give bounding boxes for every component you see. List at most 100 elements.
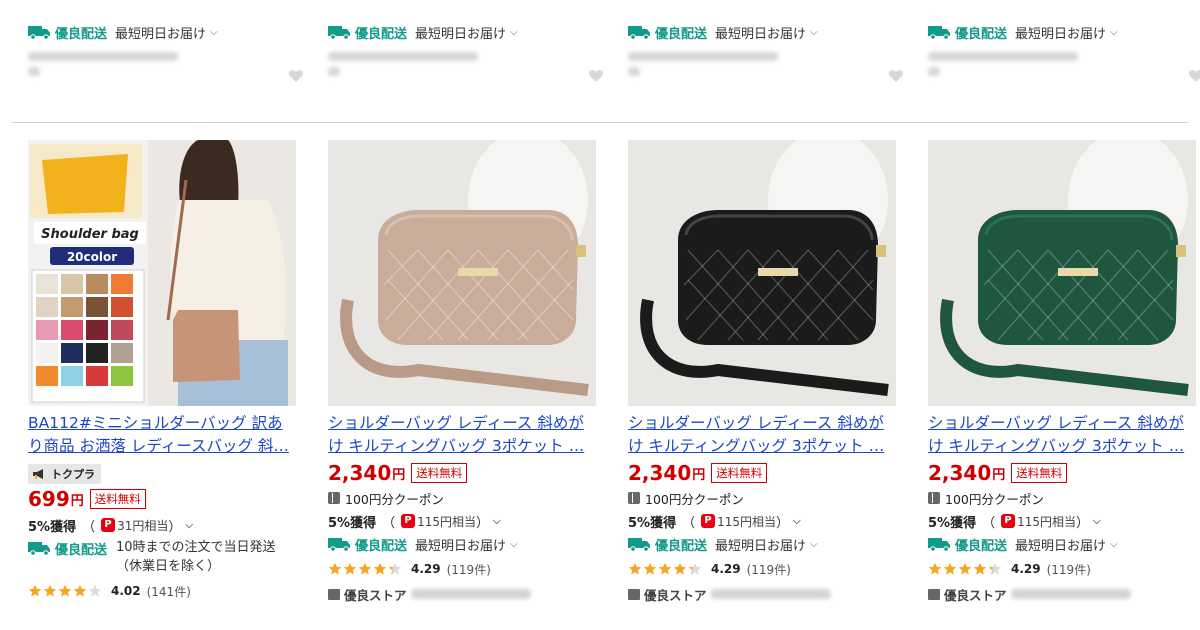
points-row[interactable]: 5%獲得 （ P 115円相当 ） ⌵: [328, 510, 596, 532]
star-rating: [28, 584, 103, 598]
store-label: 優良ストア: [344, 587, 407, 603]
yen-unit: 円: [992, 467, 1006, 483]
shipping-line[interactable]: 優良配送 最短明日お届け ⌵: [928, 534, 1196, 554]
shipping-line[interactable]: 優良配送 最短明日お届け ⌵: [628, 534, 896, 554]
price: 2,340: [328, 461, 392, 485]
blurred-store-info: [28, 52, 178, 61]
shipping-text: 最短明日お届け: [1015, 538, 1107, 554]
heart-icon[interactable]: [1188, 68, 1200, 84]
rating-row[interactable]: 4.02 (141件): [28, 580, 296, 602]
product-image[interactable]: [628, 140, 896, 406]
shipping-line[interactable]: 優良配送 最短明日お届け ⌵: [928, 22, 1200, 42]
shipping-line[interactable]: 優良配送 最短明日お届け ⌵: [28, 22, 308, 42]
prev-card-1: 優良配送 最短明日お届け ⌵: [28, 22, 308, 117]
chevron-down-icon: ⌵: [810, 26, 818, 38]
product-image[interactable]: [328, 140, 596, 406]
points-label: 5%獲得: [628, 515, 677, 531]
product-title-link[interactable]: ショルダーバッグ レディース 斜めがけ キルティングバッグ 3ポケット …: [328, 412, 596, 458]
heart-icon[interactable]: [888, 68, 904, 84]
product-card: ショルダーバッグ レディース 斜めがけ キルティングバッグ 3ポケット … 2,…: [628, 140, 896, 630]
shipping-text: 最短明日お届け: [115, 26, 207, 42]
price-row: 2,340 円 送料無料: [328, 460, 596, 486]
blurred-store-info: [628, 52, 778, 61]
truck-icon: [28, 540, 52, 556]
rating-row[interactable]: 4.29 (119件): [928, 558, 1196, 580]
store-row[interactable]: 優良ストア: [928, 584, 1196, 604]
prev-card-3: 優良配送 最短明日お届け ⌵: [628, 22, 908, 117]
star-icon: [928, 562, 942, 575]
points-label: 5%獲得: [28, 519, 77, 535]
shipping-line[interactable]: 優良配送 最短明日お届け ⌵: [328, 534, 596, 554]
blurred-store-name: [410, 589, 531, 599]
rating-value: 4.29: [1011, 562, 1041, 576]
chevron-down-icon: ⌵: [493, 515, 501, 527]
shipping-tag: 優良配送: [955, 26, 1008, 42]
chevron-down-icon: ⌵: [510, 538, 518, 550]
store-label: 優良ストア: [944, 587, 1007, 603]
star-icon: [58, 584, 72, 597]
image-caption: Shoulder bag: [41, 227, 139, 242]
product-image[interactable]: Shoulder bag 20color: [28, 140, 296, 406]
points-row[interactable]: 5%獲得 （ P 115円相当 ） ⌵: [628, 510, 896, 532]
points-label: 5%獲得: [928, 515, 977, 531]
price-row: 2,340 円 送料無料: [928, 460, 1196, 486]
star-icon: [658, 562, 672, 575]
truck-icon: [928, 24, 952, 40]
star-icon: [973, 562, 987, 575]
paypay-icon: P: [1001, 514, 1016, 528]
truck-icon: [28, 24, 52, 40]
free-shipping-badge: 送料無料: [711, 463, 768, 483]
shipping-line[interactable]: 優良配送 最短明日お届け ⌵: [328, 22, 608, 42]
review-count: (119件): [746, 562, 791, 577]
chevron-down-icon: ⌵: [793, 515, 801, 527]
coupon-row[interactable]: 100円分クーポン: [928, 488, 1196, 508]
heart-icon[interactable]: [588, 68, 604, 84]
star-icon: [373, 562, 387, 575]
rating-row[interactable]: 4.29 (119件): [628, 558, 896, 580]
star-icon: [88, 584, 102, 597]
price: 2,340: [628, 461, 692, 485]
points-row[interactable]: 5%獲得 （ P 31円相当 ） ⌵: [28, 514, 296, 536]
points-value: 115円相当: [717, 514, 776, 529]
shipping-line[interactable]: 優良配送 最短明日お届け ⌵: [628, 22, 908, 42]
star-icon: [28, 584, 42, 597]
star-icon: [988, 562, 1002, 575]
store-label: 優良ストア: [644, 587, 707, 603]
blurred-store-info-2: [28, 67, 40, 76]
price-row: 2,340 円 送料無料: [628, 460, 896, 486]
blurred-store-name: [1010, 589, 1131, 599]
coupon-row[interactable]: 100円分クーポン: [328, 488, 596, 508]
review-count: (141件): [146, 584, 191, 599]
store-row[interactable]: 優良ストア: [328, 584, 596, 604]
rating-value: 4.29: [411, 562, 441, 576]
rating-row[interactable]: 4.29 (119件): [328, 558, 596, 580]
star-icon: [628, 562, 642, 575]
search-results-page: 優良配送 最短明日お届け ⌵ 優良配送 最短明日お届け ⌵ 優良配送 最短明日お…: [0, 0, 1200, 630]
heart-icon[interactable]: [288, 68, 304, 84]
points-row[interactable]: 5%獲得 （ P 115円相当 ） ⌵: [928, 510, 1196, 532]
product-card: ショルダーバッグ レディース 斜めがけ キルティングバッグ 3ポケット … 2,…: [328, 140, 596, 630]
store-row[interactable]: 優良ストア: [628, 584, 896, 604]
product-title-link[interactable]: ショルダーバッグ レディース 斜めがけ キルティングバッグ 3ポケット …: [928, 412, 1196, 458]
shipping-tag: 優良配送: [655, 538, 708, 554]
shipping-tag: 優良配送: [655, 26, 708, 42]
coupon-icon: [328, 492, 340, 504]
blurred-store-info-2: [328, 67, 340, 76]
truck-icon: [928, 536, 952, 552]
product-title-link[interactable]: BA112#ミニショルダーバッグ 訳あり商品 お洒落 レディースバッグ 斜…: [28, 412, 296, 458]
image-color-badge: 20color: [67, 250, 117, 264]
blurred-store-info: [928, 52, 1078, 61]
product-image[interactable]: [928, 140, 1196, 406]
coupon-icon: [628, 492, 640, 504]
star-icon: [73, 584, 87, 597]
star-rating: [928, 562, 1003, 576]
coupon-row[interactable]: 100円分クーポン: [628, 488, 896, 508]
coupon-text: 100円分クーポン: [645, 491, 744, 507]
shipping-tag: 優良配送: [355, 26, 408, 42]
shipping-text: 最短明日お届け: [415, 538, 507, 554]
price-row: 699 円 送料無料: [28, 486, 296, 512]
paypay-icon: P: [101, 518, 116, 532]
prev-card-4: 優良配送 最短明日お届け ⌵: [928, 22, 1200, 117]
product-card: ショルダーバッグ レディース 斜めがけ キルティングバッグ 3ポケット … 2,…: [928, 140, 1196, 630]
product-title-link[interactable]: ショルダーバッグ レディース 斜めがけ キルティングバッグ 3ポケット …: [628, 412, 896, 458]
